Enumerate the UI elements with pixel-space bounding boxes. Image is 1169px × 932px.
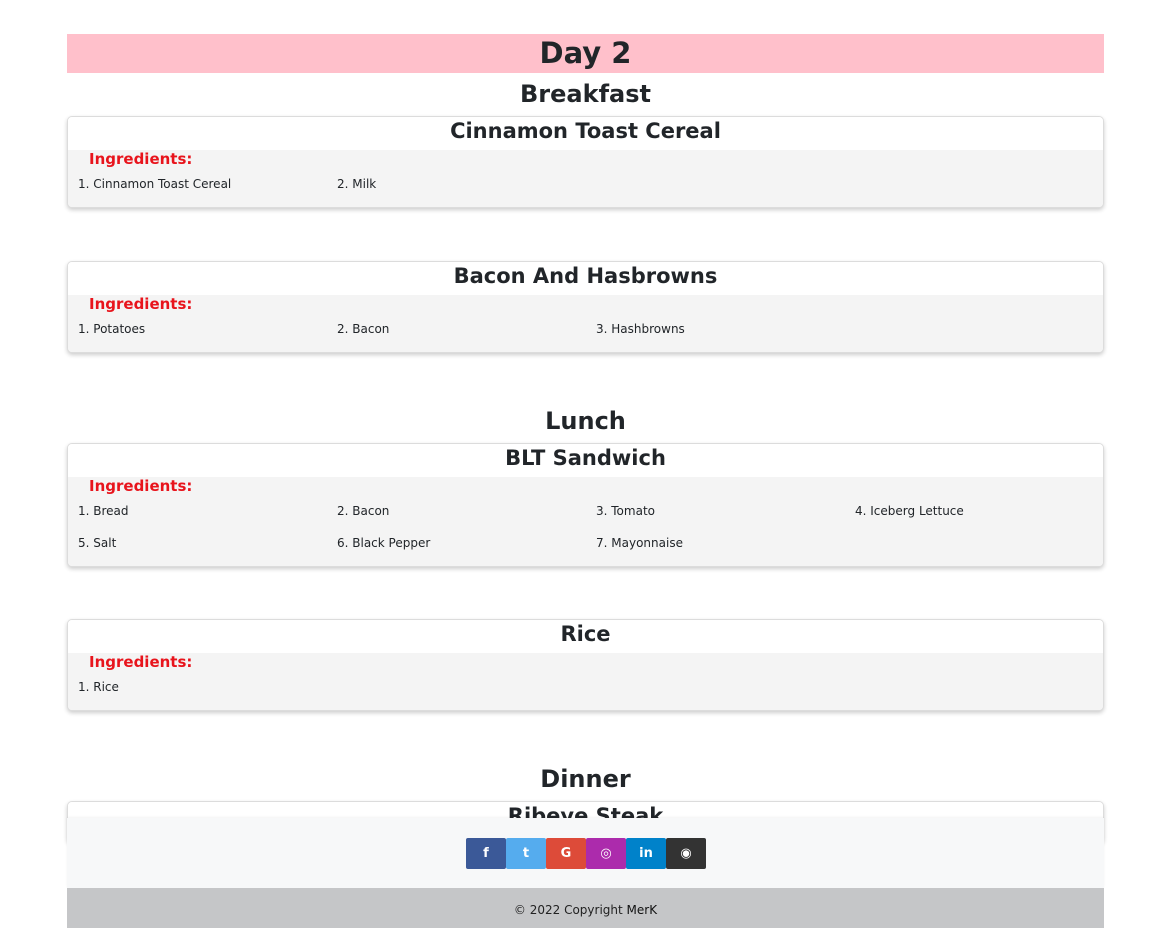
ingredients-label: Ingredients: [89,150,193,168]
ingredients-label: Ingredients: [89,477,193,495]
ingredient-item: 1. Potatoes [78,322,146,336]
facebook-icon: f [483,846,489,861]
google-icon: G [560,846,572,861]
ingredients-label: Ingredients: [89,653,193,671]
recipe-card-3: Rice Ingredients: 1. Rice [67,619,1104,711]
recipe-body: Ingredients: 1. Bread 2. Bacon 3. Tomato… [68,477,1103,566]
ingredients-list: 1. Bread 2. Bacon 3. Tomato 4. Iceberg L… [68,498,1103,562]
linkedin-icon: in [639,846,653,861]
linkedin-button[interactable]: in [626,838,666,869]
twitter-button[interactable]: t [506,838,546,869]
ingredients-list: 1. Potatoes 2. Bacon 3. Hashbrowns [68,316,1103,348]
copyright-text: © 2022 Copyright [513,903,627,917]
recipe-card-1: Bacon And Hasbrowns Ingredients: 1. Pota… [67,261,1104,353]
ingredient-item: 4. Iceberg Lettuce [855,504,964,518]
day-title: Day 2 [67,34,1104,73]
breakfast-heading: Breakfast [520,80,651,108]
instagram-icon: ◎ [600,846,612,861]
recipe-card-2: BLT Sandwich Ingredients: 1. Bread 2. Ba… [67,443,1104,567]
ingredient-item: 6. Black Pepper [337,536,431,550]
google-button[interactable]: G [546,838,586,869]
ingredients-list: 1. Cinnamon Toast Cereal 2. Milk [68,171,1103,203]
github-button[interactable]: ◉ [666,838,706,869]
ingredient-item: 2. Milk [337,177,377,191]
social-buttons: f t G ◎ in ◉ [466,838,706,869]
ingredient-item: 7. Mayonnaise [596,536,683,550]
facebook-button[interactable]: f [466,838,506,869]
recipe-title: Rice [68,620,1103,653]
instagram-button[interactable]: ◎ [586,838,626,869]
recipe-title: Cinnamon Toast Cereal [68,117,1103,150]
ingredient-item: 1. Cinnamon Toast Cereal [78,177,232,191]
twitter-icon: t [522,846,530,861]
footer-copyright: © 2022 Copyright MerK [67,888,1104,928]
owner-link[interactable]: MerK [627,903,658,917]
ingredient-item: 1. Bread [78,504,129,518]
lunch-heading: Lunch [545,407,626,435]
ingredient-item: 3. Tomato [596,504,655,518]
ingredients-label: Ingredients: [89,295,193,313]
recipe-title: Bacon And Hasbrowns [68,262,1103,295]
ingredient-item: 1. Rice [78,680,119,694]
recipe-body: Ingredients: 1. Rice [68,653,1103,710]
ingredient-item: 2. Bacon [337,322,390,336]
github-icon: ◉ [680,846,692,861]
recipe-title: BLT Sandwich [68,444,1103,477]
dinner-heading: Dinner [540,765,631,793]
recipe-body: Ingredients: 1. Cinnamon Toast Cereal 2.… [68,150,1103,207]
ingredient-item: 3. Hashbrowns [596,322,685,336]
ingredients-list: 1. Rice [68,674,1103,706]
recipe-card-0: Cinnamon Toast Cereal Ingredients: 1. Ci… [67,116,1104,208]
ingredient-item: 5. Salt [78,536,117,550]
footer-social-bar: f t G ◎ in ◉ [67,818,1104,888]
recipe-body: Ingredients: 1. Potatoes 2. Bacon 3. Has… [68,295,1103,352]
ingredient-item: 2. Bacon [337,504,390,518]
